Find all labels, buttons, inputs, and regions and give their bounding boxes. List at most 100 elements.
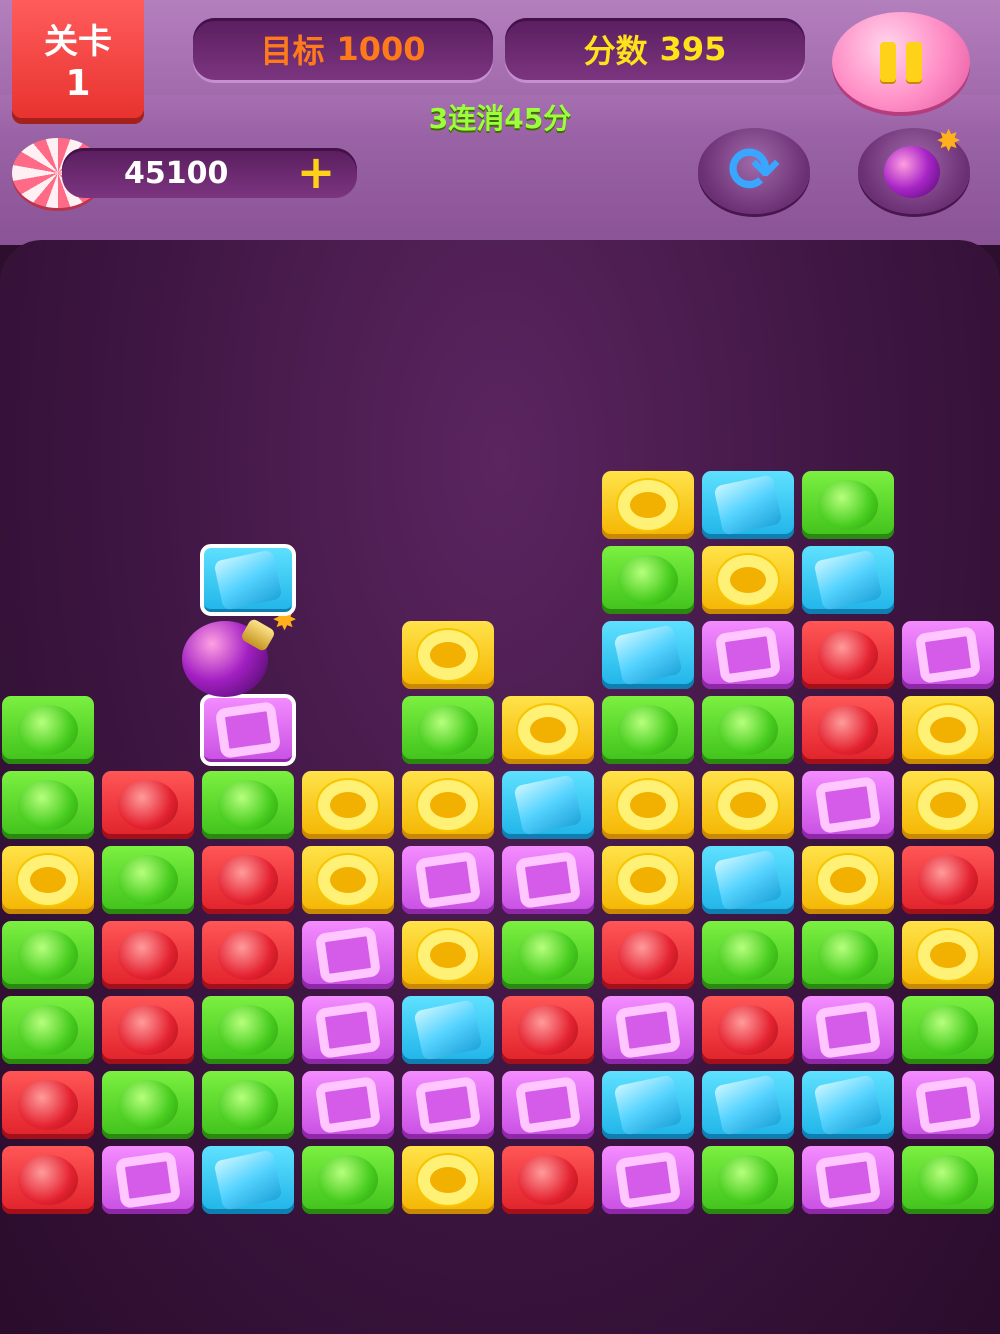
green-candy-tile[interactable] (902, 996, 994, 1064)
purple-candy-tile[interactable] (402, 1071, 494, 1139)
green-candy-tile[interactable] (202, 771, 294, 839)
blue-candy-tile[interactable] (702, 1071, 794, 1139)
yellow-candy-tile[interactable] (902, 921, 994, 989)
red-candy-tile[interactable] (502, 1146, 594, 1214)
green-candy-tile[interactable] (602, 696, 694, 764)
green-candy-tile[interactable] (202, 996, 294, 1064)
purple-candy-tile[interactable] (902, 1071, 994, 1139)
red-candy-tile[interactable] (802, 621, 894, 689)
red-candy-tile[interactable] (102, 996, 194, 1064)
red-candy-tile[interactable] (102, 771, 194, 839)
purple-candy-tile[interactable] (502, 1071, 594, 1139)
red-candy-tile[interactable] (202, 921, 294, 989)
purple-candy-tile[interactable] (302, 921, 394, 989)
purple-candy-tile[interactable] (302, 996, 394, 1064)
green-candy-tile[interactable] (402, 696, 494, 764)
green-candy-icon (418, 705, 478, 755)
purple-candy-tile[interactable] (102, 1146, 194, 1214)
red-candy-tile[interactable] (802, 696, 894, 764)
yellow-candy-tile[interactable] (902, 771, 994, 839)
bomb-icon (884, 146, 940, 198)
blue-candy-tile[interactable] (802, 546, 894, 614)
yellow-candy-tile[interactable] (802, 846, 894, 914)
purple-candy-tile[interactable] (702, 621, 794, 689)
bomb-piece[interactable]: ✸ (182, 603, 297, 697)
green-candy-tile[interactable] (502, 921, 594, 989)
green-candy-icon (618, 705, 678, 755)
green-candy-tile[interactable] (702, 1146, 794, 1214)
green-candy-tile[interactable] (2, 771, 94, 839)
yellow-candy-tile[interactable] (402, 771, 494, 839)
red-candy-tile[interactable] (902, 846, 994, 914)
green-candy-icon (18, 930, 78, 980)
goal-panel: 目标 1000 (193, 18, 493, 80)
red-candy-tile[interactable] (202, 846, 294, 914)
red-candy-icon (218, 930, 278, 980)
add-coins-button[interactable]: + (294, 149, 338, 195)
yellow-candy-tile[interactable] (702, 771, 794, 839)
blue-candy-tile[interactable] (602, 621, 694, 689)
yellow-candy-tile[interactable] (502, 696, 594, 764)
refresh-button[interactable]: ⟳ (698, 128, 810, 214)
purple-candy-tile[interactable] (200, 694, 296, 766)
blue-candy-tile[interactable] (702, 471, 794, 539)
yellow-candy-icon (918, 705, 978, 755)
red-candy-tile[interactable] (702, 996, 794, 1064)
green-candy-icon (818, 480, 878, 530)
blue-candy-tile[interactable] (802, 1071, 894, 1139)
yellow-candy-tile[interactable] (402, 921, 494, 989)
blue-candy-tile[interactable] (202, 1146, 294, 1214)
green-candy-tile[interactable] (702, 696, 794, 764)
purple-candy-tile[interactable] (302, 1071, 394, 1139)
purple-candy-tile[interactable] (402, 846, 494, 914)
blue-candy-tile[interactable] (402, 996, 494, 1064)
blue-candy-tile[interactable] (702, 846, 794, 914)
green-candy-tile[interactable] (202, 1071, 294, 1139)
purple-candy-icon (714, 626, 782, 684)
yellow-candy-tile[interactable] (602, 471, 694, 539)
red-candy-tile[interactable] (2, 1146, 94, 1214)
yellow-candy-tile[interactable] (402, 1146, 494, 1214)
score-panel: 分数 395 (505, 18, 805, 80)
purple-candy-tile[interactable] (502, 846, 594, 914)
red-candy-tile[interactable] (102, 921, 194, 989)
yellow-candy-tile[interactable] (702, 546, 794, 614)
yellow-candy-tile[interactable] (602, 846, 694, 914)
blue-candy-tile[interactable] (200, 544, 296, 616)
green-candy-tile[interactable] (802, 471, 894, 539)
green-candy-tile[interactable] (302, 1146, 394, 1214)
yellow-candy-icon (718, 555, 778, 605)
yellow-candy-tile[interactable] (302, 846, 394, 914)
purple-candy-tile[interactable] (602, 996, 694, 1064)
green-candy-tile[interactable] (602, 546, 694, 614)
green-candy-tile[interactable] (2, 921, 94, 989)
green-candy-tile[interactable] (102, 1071, 194, 1139)
green-candy-icon (718, 705, 778, 755)
blue-candy-tile[interactable] (502, 771, 594, 839)
score-value: 395 (659, 30, 727, 68)
green-candy-tile[interactable] (2, 696, 94, 764)
blue-candy-tile[interactable] (602, 1071, 694, 1139)
purple-candy-icon (314, 1076, 382, 1134)
green-candy-tile[interactable] (802, 921, 894, 989)
yellow-candy-tile[interactable] (2, 846, 94, 914)
green-candy-tile[interactable] (102, 846, 194, 914)
yellow-candy-tile[interactable] (602, 771, 694, 839)
green-candy-tile[interactable] (902, 1146, 994, 1214)
yellow-candy-icon (518, 705, 578, 755)
red-candy-tile[interactable] (2, 1071, 94, 1139)
yellow-candy-tile[interactable] (302, 771, 394, 839)
green-candy-tile[interactable] (2, 996, 94, 1064)
yellow-candy-icon (618, 480, 678, 530)
purple-candy-tile[interactable] (802, 996, 894, 1064)
purple-candy-tile[interactable] (602, 1146, 694, 1214)
bomb-button[interactable]: ✸ (858, 124, 970, 214)
purple-candy-tile[interactable] (802, 771, 894, 839)
yellow-candy-tile[interactable] (402, 621, 494, 689)
purple-candy-tile[interactable] (802, 1146, 894, 1214)
green-candy-tile[interactable] (702, 921, 794, 989)
yellow-candy-tile[interactable] (902, 696, 994, 764)
red-candy-tile[interactable] (602, 921, 694, 989)
red-candy-tile[interactable] (502, 996, 594, 1064)
purple-candy-tile[interactable] (902, 621, 994, 689)
